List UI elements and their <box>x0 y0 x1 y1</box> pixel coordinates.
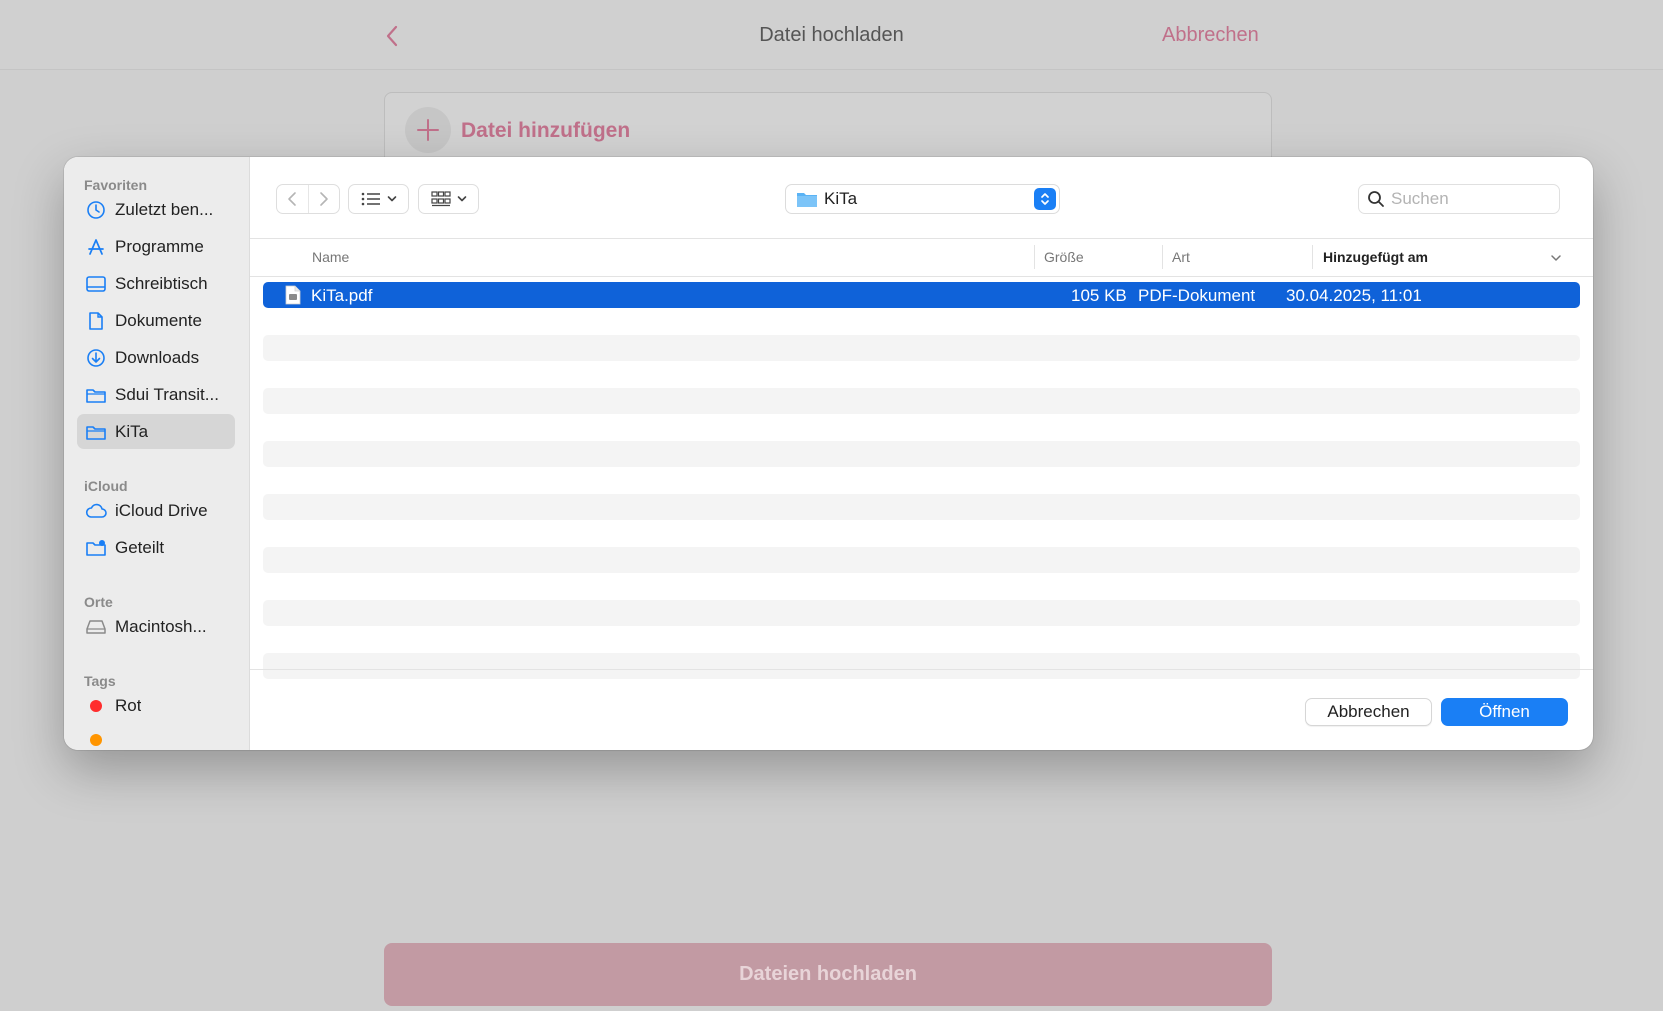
sidebar-item-macintosh-hd[interactable]: Macintosh... <box>77 609 235 644</box>
file-size: 105 KB <box>1071 286 1127 305</box>
upload-files-button[interactable]: Dateien hochladen <box>384 943 1272 1006</box>
desktop-icon <box>85 273 107 295</box>
column-name[interactable]: Name <box>312 249 349 265</box>
sidebar-item-shared[interactable]: Geteilt <box>77 530 235 565</box>
sidebar-item-label: Rot <box>115 695 142 715</box>
sidebar-item-recents[interactable]: Zuletzt ben... <box>77 192 235 227</box>
folder-icon <box>85 384 107 406</box>
shared-folder-icon <box>85 537 107 559</box>
empty-row <box>263 547 1580 573</box>
column-separator <box>1312 245 1313 269</box>
sidebar-item-documents[interactable]: Dokumente <box>77 303 235 338</box>
path-popup[interactable]: KiTa <box>785 184 1060 214</box>
cloud-icon <box>85 500 107 522</box>
empty-row <box>263 335 1580 361</box>
clock-icon <box>85 199 107 221</box>
dialog-sidebar: Favoriten Zuletzt ben... Programme Schre… <box>64 157 250 750</box>
red-tag-dot-icon <box>90 699 102 712</box>
chevron-left-icon <box>288 192 297 206</box>
dialog-footer: Abbrechen Öffnen <box>250 669 1593 750</box>
pdf-file-icon <box>285 285 301 305</box>
sidebar-item-label: Dokumente <box>115 310 202 330</box>
back-nav-button[interactable] <box>277 185 308 213</box>
page-title: Datei hochladen <box>759 24 904 46</box>
sidebar-section-locations: Orte <box>84 594 113 610</box>
dialog-main: KiTa Name Größe Art Hinzugefügt am <box>250 157 1593 750</box>
forward-nav-button[interactable] <box>307 185 339 213</box>
sidebar-item-applications[interactable]: Programme <box>77 229 235 264</box>
chevron-down-icon <box>457 196 466 202</box>
list-view-button[interactable] <box>348 184 409 214</box>
sidebar-item-tag-partial[interactable] <box>77 722 235 750</box>
file-date-added: 30.04.2025, 11:01 <box>1286 286 1422 305</box>
add-file-label: Datei hinzufügen <box>461 119 631 142</box>
disk-icon <box>85 616 107 638</box>
grid-view-icon <box>430 191 451 207</box>
sidebar-item-label: Geteilt <box>115 537 165 557</box>
column-kind[interactable]: Art <box>1172 249 1190 265</box>
sidebar-item-label: Downloads <box>115 347 200 367</box>
search-icon <box>1368 191 1384 207</box>
sidebar-item-kita[interactable]: KiTa <box>77 414 235 449</box>
chevron-down-icon <box>387 196 396 202</box>
column-header: Name Größe Art Hinzugefügt am <box>250 239 1593 277</box>
sidebar-item-label: Zuletzt ben... <box>115 199 214 219</box>
sidebar-item-label: Programme <box>115 236 204 256</box>
chevron-right-icon <box>320 192 328 206</box>
path-popup-label: KiTa <box>824 189 858 208</box>
cancel-button[interactable]: Abbrechen <box>1305 698 1432 726</box>
orange-tag-dot-icon <box>90 733 102 746</box>
search-field[interactable] <box>1358 184 1560 214</box>
empty-row <box>263 494 1580 520</box>
column-size[interactable]: Größe <box>1044 249 1084 265</box>
file-kind: PDF-Dokument <box>1138 286 1256 305</box>
sidebar-item-downloads[interactable]: Downloads <box>77 340 235 375</box>
sidebar-item-label: KiTa <box>115 421 149 441</box>
plus-icon <box>417 119 439 141</box>
sidebar-section-tags: Tags <box>84 673 116 689</box>
sidebar-item-label: Sdui Transit... <box>115 384 219 404</box>
open-button[interactable]: Öffnen <box>1441 698 1568 726</box>
sidebar-section-icloud: iCloud <box>84 478 128 494</box>
sidebar-item-sdui-transit[interactable]: Sdui Transit... <box>77 377 235 412</box>
group-view-button[interactable] <box>418 184 479 214</box>
search-input[interactable] <box>1391 189 1551 209</box>
column-separator <box>1162 245 1163 269</box>
app-header: Datei hochladen Abbrechen <box>0 0 1663 70</box>
sidebar-item-label: iCloud Drive <box>115 500 208 520</box>
sidebar-item-desktop[interactable]: Schreibtisch <box>77 266 235 301</box>
folder-icon <box>85 421 107 443</box>
path-stepper[interactable] <box>1034 188 1056 210</box>
history-nav <box>276 184 340 214</box>
sidebar-item-label: Macintosh... <box>115 616 207 636</box>
sidebar-section-favorites: Favoriten <box>84 177 148 193</box>
file-list: KiTa.pdf 105 KB PDF-Dokument 30.04.2025,… <box>263 282 1580 706</box>
column-date-added[interactable]: Hinzugefügt am <box>1323 249 1428 265</box>
sidebar-item-tag-red[interactable]: Rot <box>77 688 235 723</box>
dialog-toolbar: KiTa <box>250 157 1593 239</box>
apps-icon <box>85 236 107 258</box>
app-cancel-link[interactable]: Abbrechen <box>1162 24 1259 47</box>
sidebar-item-icloud-drive[interactable]: iCloud Drive <box>77 493 235 528</box>
document-icon <box>85 310 107 332</box>
file-name: KiTa.pdf <box>311 286 373 305</box>
column-separator <box>1034 245 1035 269</box>
file-open-dialog: Favoriten Zuletzt ben... Programme Schre… <box>64 157 1593 750</box>
sort-chevron-down-icon <box>1551 255 1561 261</box>
sidebar-item-label: Schreibtisch <box>115 273 208 293</box>
empty-row <box>263 441 1580 467</box>
add-file-button[interactable] <box>405 107 451 153</box>
empty-row <box>263 388 1580 414</box>
list-view-icon <box>361 192 380 206</box>
file-row[interactable]: KiTa.pdf 105 KB PDF-Dokument 30.04.2025,… <box>263 282 1580 308</box>
download-icon <box>85 347 107 369</box>
up-down-chevron-icon <box>1041 193 1049 205</box>
folder-icon <box>797 193 817 207</box>
empty-row <box>263 600 1580 626</box>
